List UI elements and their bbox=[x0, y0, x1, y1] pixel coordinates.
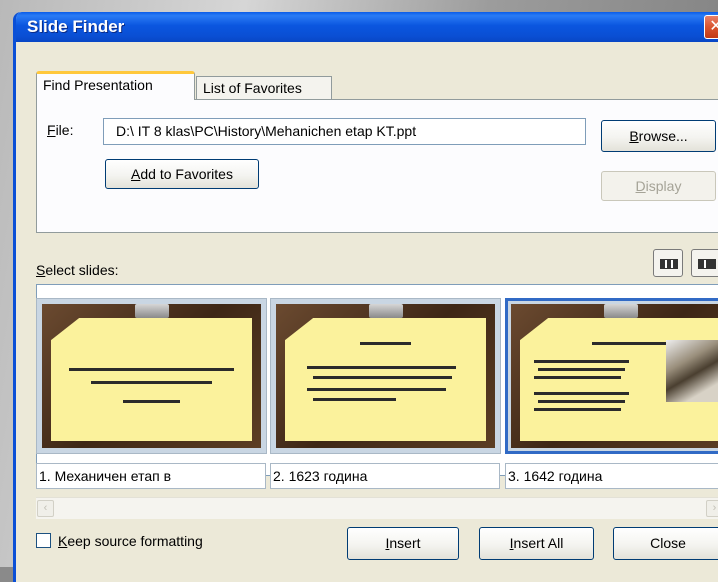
tab-label: List of Favorites bbox=[203, 80, 302, 96]
slide-preview-3 bbox=[511, 304, 718, 448]
paper-clip-icon bbox=[603, 304, 638, 318]
file-path-input[interactable]: D:\ IT 8 klas\PC\History\Mehanichen etap… bbox=[103, 118, 586, 145]
thumbnail-view-glyph bbox=[660, 259, 678, 269]
slide-text-line bbox=[313, 376, 452, 379]
display-button[interactable]: Display bbox=[601, 171, 716, 201]
slide-text-line bbox=[91, 381, 212, 384]
slide-text-line bbox=[534, 408, 621, 411]
slide-caption-1[interactable]: 1. Механичен етап в bbox=[36, 463, 266, 489]
slide-text-line bbox=[534, 376, 621, 379]
scroll-right-icon[interactable]: › bbox=[706, 500, 718, 517]
slide-title-line bbox=[360, 342, 411, 345]
scroll-left-icon[interactable]: ‹ bbox=[37, 500, 54, 517]
add-to-favorites-button[interactable]: Add to Favorites bbox=[105, 159, 259, 189]
slide-text-line bbox=[534, 392, 629, 395]
thumbnail-view-icon[interactable] bbox=[653, 249, 683, 277]
slide-text-line bbox=[534, 360, 629, 363]
slide-text-line bbox=[538, 368, 625, 371]
title-bar[interactable]: Slide Finder bbox=[16, 12, 718, 42]
paper-clip-icon bbox=[134, 304, 169, 318]
slide-text-line bbox=[307, 388, 446, 391]
slide-text-line bbox=[538, 400, 625, 403]
dialog-title: Slide Finder bbox=[27, 17, 125, 36]
slide-text-line bbox=[123, 400, 180, 403]
close-button[interactable]: Close bbox=[613, 527, 718, 560]
keep-source-formatting-label[interactable]: Keep source formatting bbox=[58, 533, 203, 549]
slide-thumbnail-3[interactable] bbox=[505, 298, 718, 454]
slide-thumbnail-2[interactable] bbox=[270, 298, 501, 454]
tab-find-presentation[interactable]: Find Presentation bbox=[36, 71, 195, 100]
horizontal-scrollbar[interactable]: ‹ › bbox=[36, 497, 718, 519]
slide-photo-image bbox=[666, 340, 718, 402]
slide-finder-dialog: Slide Finder ✕ Find Presentation List of… bbox=[13, 12, 718, 582]
close-icon[interactable]: ✕ bbox=[704, 15, 718, 39]
tab-list-of-favorites[interactable]: List of Favorites bbox=[196, 76, 332, 100]
slide-caption-3[interactable]: 3. 1642 година bbox=[505, 463, 718, 489]
slide-text-line bbox=[313, 398, 396, 401]
slide-preview-1 bbox=[42, 304, 261, 448]
title-view-icon[interactable] bbox=[691, 249, 718, 277]
insert-all-button[interactable]: Insert All bbox=[479, 527, 594, 560]
keep-source-formatting-checkbox[interactable] bbox=[36, 533, 51, 548]
browse-button[interactable]: Browse... bbox=[601, 120, 716, 152]
tab-label: Find Presentation bbox=[43, 77, 153, 93]
insert-button[interactable]: Insert bbox=[347, 527, 459, 560]
paper-clip-icon bbox=[368, 304, 403, 318]
slide-text-line bbox=[307, 366, 456, 369]
slide-paper bbox=[51, 318, 252, 441]
file-label: File: bbox=[47, 122, 74, 138]
slide-preview-2 bbox=[276, 304, 495, 448]
select-slides-label: Select slides: bbox=[36, 262, 119, 278]
slide-paper bbox=[285, 318, 486, 441]
slide-text-line bbox=[69, 368, 234, 371]
slide-caption-2[interactable]: 2. 1623 година bbox=[270, 463, 500, 489]
slide-thumbnail-1[interactable] bbox=[36, 298, 267, 454]
title-view-glyph bbox=[698, 259, 716, 269]
